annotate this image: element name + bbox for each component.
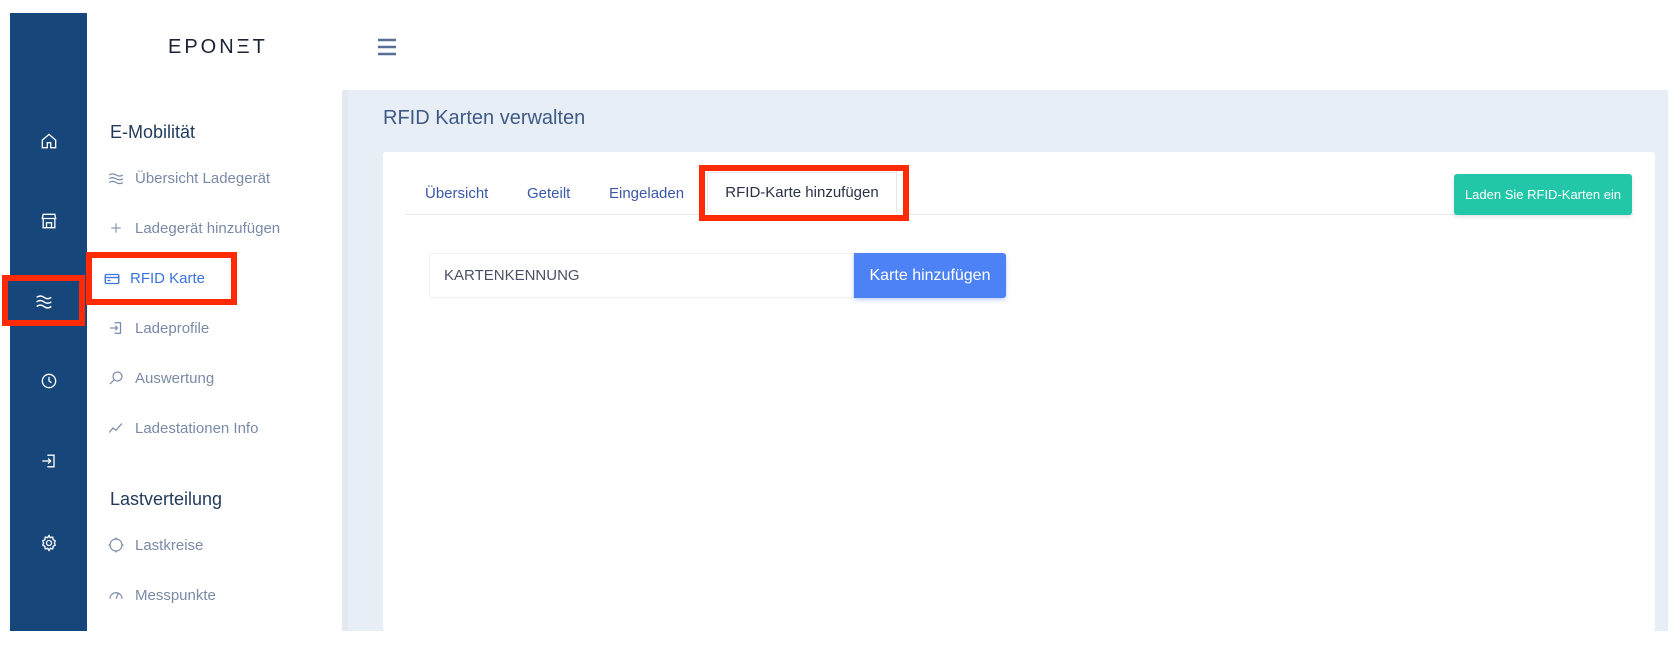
store-icon xyxy=(41,213,56,229)
sidebar-item-rfid-karte[interactable]: RFID Karte xyxy=(86,252,237,305)
sidebar-item-lastkreise[interactable]: Lastkreise xyxy=(107,528,203,562)
home-icon xyxy=(41,133,56,149)
brand-logo: EPONΞT xyxy=(168,36,268,58)
sidebar-item-label: Ladeprofile xyxy=(135,319,210,337)
tab-geteilt[interactable]: Geteilt xyxy=(527,185,570,202)
sidebar-item-label: Lastkreise xyxy=(135,536,204,554)
page-title: RFID Karten verwalten xyxy=(383,107,586,129)
sidebar-item-auswertung[interactable]: Auswertung xyxy=(107,361,214,395)
clock-icon xyxy=(41,373,56,389)
rail-store[interactable] xyxy=(10,199,87,243)
card-icon xyxy=(103,270,121,288)
sidebar-item-uebersicht-ladegeraet[interactable]: Übersicht Ladegerät xyxy=(107,161,270,195)
rail-emobility-active[interactable] xyxy=(2,275,85,326)
card-id-input[interactable] xyxy=(429,253,854,298)
sidebar-item-label: Ladestationen Info xyxy=(135,419,259,437)
section-title-lastverteilung: Lastverteilung xyxy=(110,489,223,509)
chart-line-icon xyxy=(107,419,125,437)
section-title-emobility: E-Mobilität xyxy=(110,122,196,142)
circle-icon xyxy=(107,536,125,554)
sidebar-item-ladeprofile[interactable]: Ladeprofile xyxy=(107,311,209,345)
add-card-button[interactable]: Karte hinzufügen xyxy=(854,253,1006,298)
tab-rfid-karte-hinzufuegen[interactable]: RFID-Karte hinzufügen xyxy=(707,172,897,212)
sidebar-item-label: Messpunkte xyxy=(135,586,216,604)
gauge-icon xyxy=(107,586,125,604)
rail-home[interactable] xyxy=(10,119,87,163)
sidebar-item-ladestationen-info[interactable]: Ladestationen Info xyxy=(107,411,258,445)
sidebar-item-ladegeraet-hinzufuegen[interactable]: Ladegerät hinzufügen xyxy=(107,211,280,245)
rail-login[interactable] xyxy=(10,439,87,483)
rail-settings[interactable] xyxy=(10,521,87,565)
tabs-divider xyxy=(405,214,1633,215)
tab-uebersicht[interactable]: Übersicht xyxy=(425,185,488,202)
sidebar: E-Mobilität Übersicht Ladegerät Ladegerä… xyxy=(87,90,344,631)
load-rfid-cards-button[interactable]: Laden Sie RFID-Karten ein xyxy=(1454,174,1632,215)
plus-icon xyxy=(107,219,125,237)
sidebar-item-label: Auswertung xyxy=(135,369,215,387)
sidebar-item-label: RFID Karte xyxy=(130,270,206,287)
hamburger-menu-icon[interactable] xyxy=(376,36,400,58)
tab-eingeladen[interactable]: Eingeladen xyxy=(609,185,684,202)
sidebar-item-messpunkte[interactable]: Messpunkte xyxy=(107,578,216,612)
sidebar-item-label: Übersicht Ladegerät xyxy=(135,169,271,187)
sidebar-item-label: Ladegerät hinzufügen xyxy=(135,219,281,237)
gear-icon xyxy=(41,534,56,552)
search-icon xyxy=(107,369,125,387)
waves-icon xyxy=(35,294,52,309)
login-icon xyxy=(41,454,55,468)
rail-history[interactable] xyxy=(10,359,87,403)
content-card xyxy=(383,152,1655,631)
login-icon xyxy=(107,319,125,337)
waves-icon xyxy=(107,169,125,187)
